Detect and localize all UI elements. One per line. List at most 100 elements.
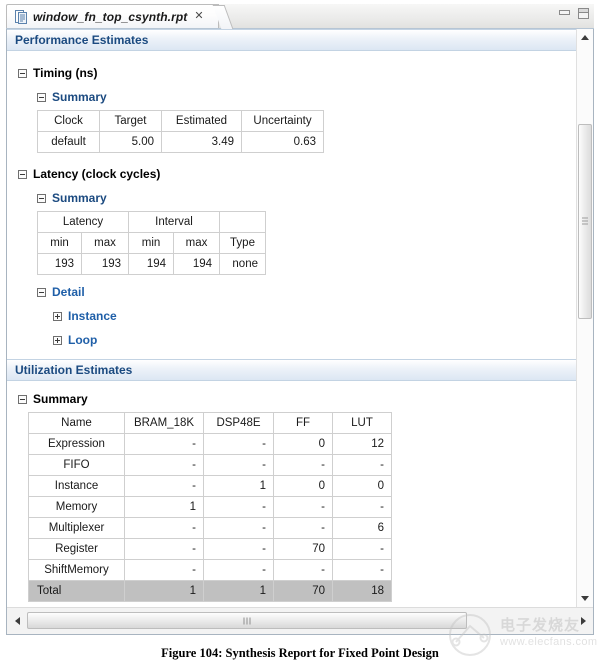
- cell-dsp: -: [204, 455, 274, 476]
- collapse-icon-timing-summary[interactable]: [37, 93, 46, 102]
- utilization-estimates-header: Utilization Estimates: [7, 359, 576, 381]
- tab-bar: window_fn_top_csynth.rpt ✕: [6, 4, 594, 29]
- cell-bram: -: [125, 560, 204, 581]
- performance-estimates-title: Performance Estimates: [15, 33, 148, 47]
- cell-uncertainty: 0.63: [242, 132, 324, 153]
- table-header-row: Clock Target Estimated Uncertainty: [38, 111, 324, 132]
- cell-latency-max: 193: [82, 254, 129, 275]
- table-group-header-row: Latency Interval: [38, 212, 266, 233]
- vertical-scrollbar-bottom[interactable]: [576, 359, 593, 607]
- group-col-interval: Interval: [129, 212, 220, 233]
- cell-dsp: -: [204, 518, 274, 539]
- cell-name: Instance: [29, 476, 125, 497]
- col-name: Name: [29, 413, 125, 434]
- cell-lut: 12: [333, 434, 392, 455]
- collapse-icon-latency[interactable]: [18, 170, 27, 179]
- latency-summary-label: Summary: [52, 191, 107, 205]
- cell-target: 5.00: [100, 132, 162, 153]
- expand-icon-loop[interactable]: [53, 336, 62, 345]
- collapse-icon-utilization-summary[interactable]: [18, 395, 27, 404]
- cell-estimated: 3.49: [162, 132, 242, 153]
- cell-name: Multiplexer: [29, 518, 125, 539]
- cell-bram: -: [125, 434, 204, 455]
- cell-total-name: Total: [29, 581, 125, 602]
- performance-pane: Performance Estimates Timing (ns) Summar…: [7, 29, 593, 359]
- cell-lut: -: [333, 539, 392, 560]
- instance-label: Instance: [68, 309, 117, 323]
- scroll-right-button[interactable]: [575, 612, 591, 629]
- table-row: Instance - 1 0 0: [29, 476, 392, 497]
- window-controls: [558, 7, 590, 20]
- tree-node-timing-summary[interactable]: Summary: [7, 85, 576, 109]
- table-row: FIFO - - - -: [29, 455, 392, 476]
- tree-node-latency-summary[interactable]: Summary: [7, 186, 576, 210]
- cell-dsp: -: [204, 539, 274, 560]
- col-target: Target: [100, 111, 162, 132]
- collapse-icon-latency-summary[interactable]: [37, 194, 46, 203]
- utilization-content: Utilization Estimates Summary: [7, 359, 576, 607]
- cell-dsp: -: [204, 434, 274, 455]
- table-row: 193 193 194 194 none: [38, 254, 266, 275]
- scroll-thumb-vertical[interactable]: [578, 124, 592, 319]
- scroll-up-button[interactable]: [577, 29, 593, 46]
- latency-summary-table-wrap: Latency Interval min max min max Type: [7, 210, 576, 275]
- utilization-summary-table: Name BRAM_18K DSP48E FF LUT Expression: [28, 412, 392, 602]
- expand-icon-instance[interactable]: [53, 312, 62, 321]
- editor-window: window_fn_top_csynth.rpt ✕ Performance E…: [6, 4, 594, 634]
- cell-lut: -: [333, 560, 392, 581]
- tree-node-timing[interactable]: Timing (ns): [7, 61, 576, 85]
- cell-type: none: [220, 254, 266, 275]
- vertical-scrollbar-top[interactable]: [576, 29, 593, 359]
- scroll-grip-icon: [582, 217, 588, 226]
- tree-node-instance[interactable]: Instance: [7, 304, 576, 328]
- col-interval-max: max: [174, 233, 220, 254]
- cell-bram: -: [125, 476, 204, 497]
- scroll-thumb-horizontal[interactable]: [27, 612, 467, 629]
- cell-name: FIFO: [29, 455, 125, 476]
- col-lut: LUT: [333, 413, 392, 434]
- close-icon[interactable]: ✕: [194, 11, 203, 22]
- cell-bram: -: [125, 539, 204, 560]
- screenshot-root: window_fn_top_csynth.rpt ✕ Performance E…: [0, 0, 600, 670]
- cell-ff: -: [274, 560, 333, 581]
- tree-node-latency[interactable]: Latency (clock cycles): [7, 162, 576, 186]
- detail-label: Detail: [52, 285, 85, 299]
- minimize-icon[interactable]: [558, 7, 571, 20]
- tab-window-fn-top-csynth-rpt[interactable]: window_fn_top_csynth.rpt ✕: [6, 4, 219, 28]
- cell-ff: -: [274, 497, 333, 518]
- collapse-icon-detail[interactable]: [37, 288, 46, 297]
- performance-content: Performance Estimates Timing (ns) Summar…: [7, 29, 576, 359]
- tree-node-detail[interactable]: Detail: [7, 280, 576, 304]
- cell-clock: default: [38, 132, 100, 153]
- cell-bram: -: [125, 518, 204, 539]
- table-header-row: Name BRAM_18K DSP48E FF LUT: [29, 413, 392, 434]
- col-latency-min: min: [38, 233, 82, 254]
- scroll-left-button[interactable]: [9, 612, 25, 629]
- cell-dsp: -: [204, 497, 274, 518]
- collapse-icon-timing[interactable]: [18, 69, 27, 78]
- chevron-down-icon: [581, 596, 589, 601]
- cell-name: Memory: [29, 497, 125, 518]
- tree-node-loop[interactable]: Loop: [7, 328, 576, 352]
- cell-interval-min: 194: [129, 254, 174, 275]
- scroll-down-button[interactable]: [577, 590, 593, 607]
- col-latency-max: max: [82, 233, 129, 254]
- table-row: Expression - - 0 12: [29, 434, 392, 455]
- chevron-up-icon: [581, 35, 589, 40]
- latency-label: Latency (clock cycles): [33, 167, 160, 181]
- maximize-icon[interactable]: [577, 7, 590, 20]
- cell-total-dsp: 1: [204, 581, 274, 602]
- scroll-grip-icon: [244, 617, 251, 624]
- cell-dsp: 1: [204, 476, 274, 497]
- cell-lut: 0: [333, 476, 392, 497]
- cell-total-bram: 1: [125, 581, 204, 602]
- utilization-summary-table-wrap: Name BRAM_18K DSP48E FF LUT Expression: [7, 411, 576, 602]
- table-header-row: min max min max Type: [38, 233, 266, 254]
- latency-summary-table: Latency Interval min max min max Type: [37, 211, 266, 275]
- tree-node-utilization-summary[interactable]: Summary: [7, 387, 576, 411]
- report-file-icon: [15, 10, 28, 24]
- tab-title: window_fn_top_csynth.rpt: [33, 10, 187, 24]
- utilization-estimates-title: Utilization Estimates: [15, 363, 132, 377]
- cell-bram: -: [125, 455, 204, 476]
- horizontal-scrollbar[interactable]: [7, 607, 593, 634]
